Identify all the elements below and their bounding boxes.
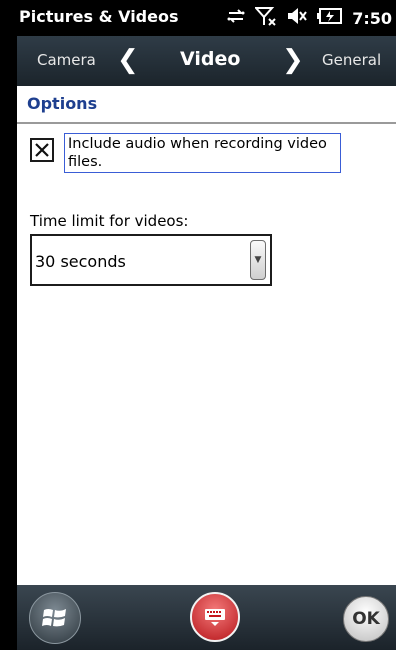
section-title: Options <box>27 94 98 113</box>
tab-general[interactable]: General <box>322 51 381 69</box>
keyboard-icon <box>205 609 225 626</box>
dropdown-arrow-icon[interactable]: ▼ <box>250 240 266 280</box>
include-audio-checkbox[interactable] <box>30 138 54 162</box>
app-title[interactable]: Pictures & Videos <box>19 7 179 26</box>
checkmark-x-icon <box>35 143 49 157</box>
no-signal-icon <box>253 6 277 30</box>
screen: Pictures & Videos 7:50 Camera ❮ Video ❯ … <box>17 0 396 650</box>
chevron-right-icon[interactable]: ❯ <box>282 45 304 75</box>
time-limit-label: Time limit for videos: <box>30 212 189 230</box>
ok-button[interactable]: OK <box>343 596 389 642</box>
status-bar: Pictures & Videos 7:50 <box>17 0 396 36</box>
sync-icon <box>226 8 246 28</box>
tab-camera[interactable]: Camera <box>37 51 96 69</box>
include-audio-label[interactable]: Include audio when recording video files… <box>64 133 341 173</box>
tab-header: Camera ❮ Video ❯ General <box>17 36 396 86</box>
tab-video[interactable]: Video <box>180 48 240 70</box>
status-icons[interactable]: 7:50 <box>226 6 392 30</box>
chevron-left-icon[interactable]: ❮ <box>117 45 139 75</box>
volume-muted-icon <box>286 7 308 29</box>
options-section-header: Options <box>17 86 396 124</box>
clock: 7:50 <box>352 8 392 28</box>
keyboard-button[interactable] <box>190 592 240 642</box>
time-limit-select[interactable]: 30 seconds ▼ <box>30 234 272 286</box>
device-frame: Pictures & Videos 7:50 Camera ❮ Video ❯ … <box>0 0 396 650</box>
bottom-bar: OK <box>17 585 396 650</box>
battery-icon <box>317 8 343 28</box>
windows-logo-icon <box>42 609 66 627</box>
time-limit-value: 30 seconds <box>35 252 126 271</box>
start-button[interactable] <box>29 592 81 644</box>
